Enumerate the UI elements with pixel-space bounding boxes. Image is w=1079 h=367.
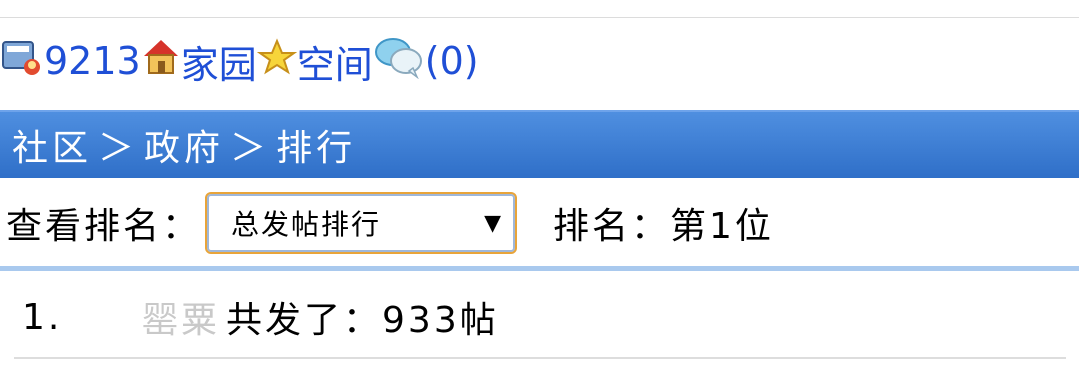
list-item-index: 1.: [22, 296, 63, 338]
breadcrumb-separator: ＞: [230, 128, 271, 169]
my-rank-text: 排名：第1位: [553, 206, 774, 247]
ranking-controls: 查看排名： 总发帖排行 ▼ 排名：第1位: [6, 186, 774, 260]
list-item: 1. 罂粟 共发了：933帖: [22, 280, 499, 354]
dropdown-arrow-icon: ▼: [484, 210, 502, 236]
list-item-user-link[interactable]: 罂粟: [142, 291, 220, 343]
chat-bubbles-icon[interactable]: [373, 35, 425, 88]
list-divider: [14, 357, 1066, 359]
list-item-post-count: 共发了：933帖: [226, 300, 499, 341]
top-divider: [0, 17, 1079, 18]
view-ranking-label: 查看排名：: [6, 206, 202, 247]
breadcrumb-separator: ＞: [98, 128, 139, 169]
user-status-bar: 9213 家园 空间 (0): [0, 26, 479, 96]
space-link[interactable]: 空间: [297, 34, 373, 89]
breadcrumb-ranking: 排行: [276, 128, 357, 169]
section-divider: [0, 266, 1079, 271]
ranking-type-value: 总发帖排行: [231, 208, 382, 241]
star-icon: [256, 37, 297, 86]
house-icon: [141, 37, 181, 86]
home-link[interactable]: 家园: [181, 34, 257, 89]
user-card-icon[interactable]: [0, 37, 44, 86]
breadcrumb: 社区 ＞ 政府 ＞ 排行: [0, 110, 1079, 178]
user-id-link[interactable]: 9213: [44, 39, 141, 83]
messages-count-link[interactable]: (0): [425, 39, 479, 83]
ranking-type-select[interactable]: 总发帖排行 ▼: [205, 192, 518, 254]
breadcrumb-community[interactable]: 社区: [12, 119, 92, 171]
breadcrumb-government[interactable]: 政府: [144, 119, 224, 171]
